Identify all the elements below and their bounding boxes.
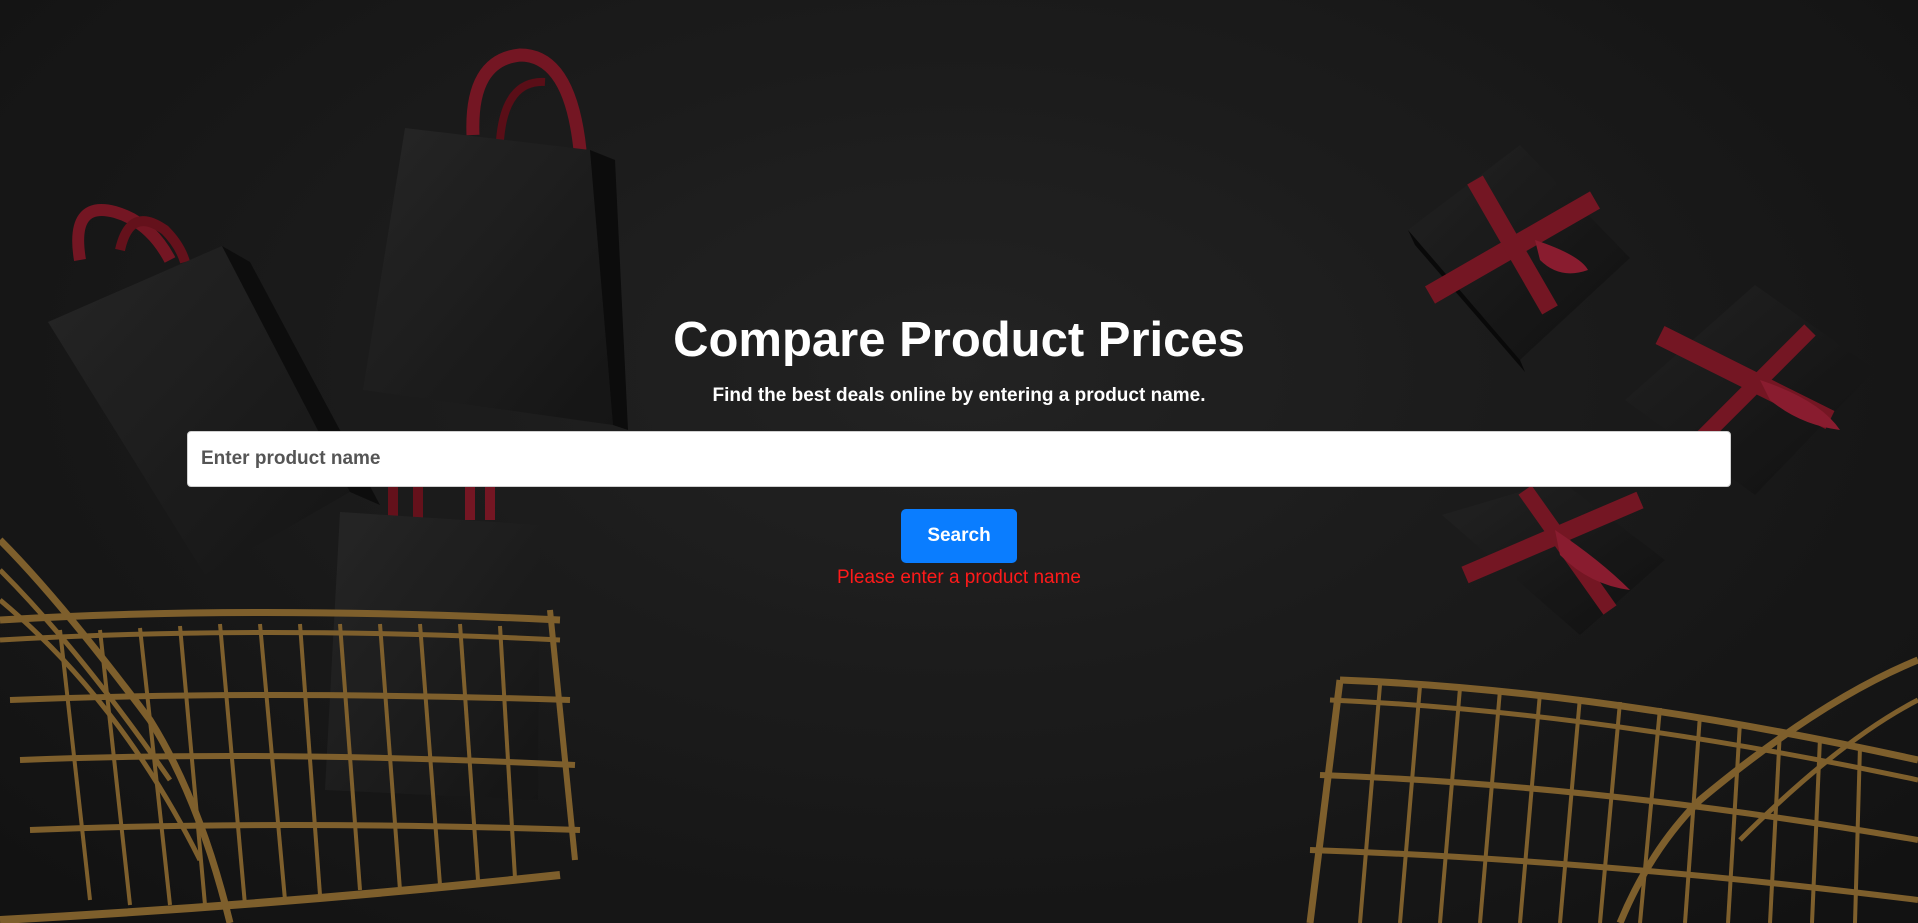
page: Compare Product Prices Find the best dea… xyxy=(0,0,1918,923)
product-search-input[interactable] xyxy=(187,431,1731,487)
page-subtitle: Find the best deals online by entering a… xyxy=(712,385,1206,406)
search-button[interactable]: Search xyxy=(901,509,1017,563)
error-message: Please enter a product name xyxy=(837,567,1081,588)
page-title: Compare Product Prices xyxy=(673,313,1245,367)
hero-section: Compare Product Prices Find the best dea… xyxy=(0,0,1918,923)
